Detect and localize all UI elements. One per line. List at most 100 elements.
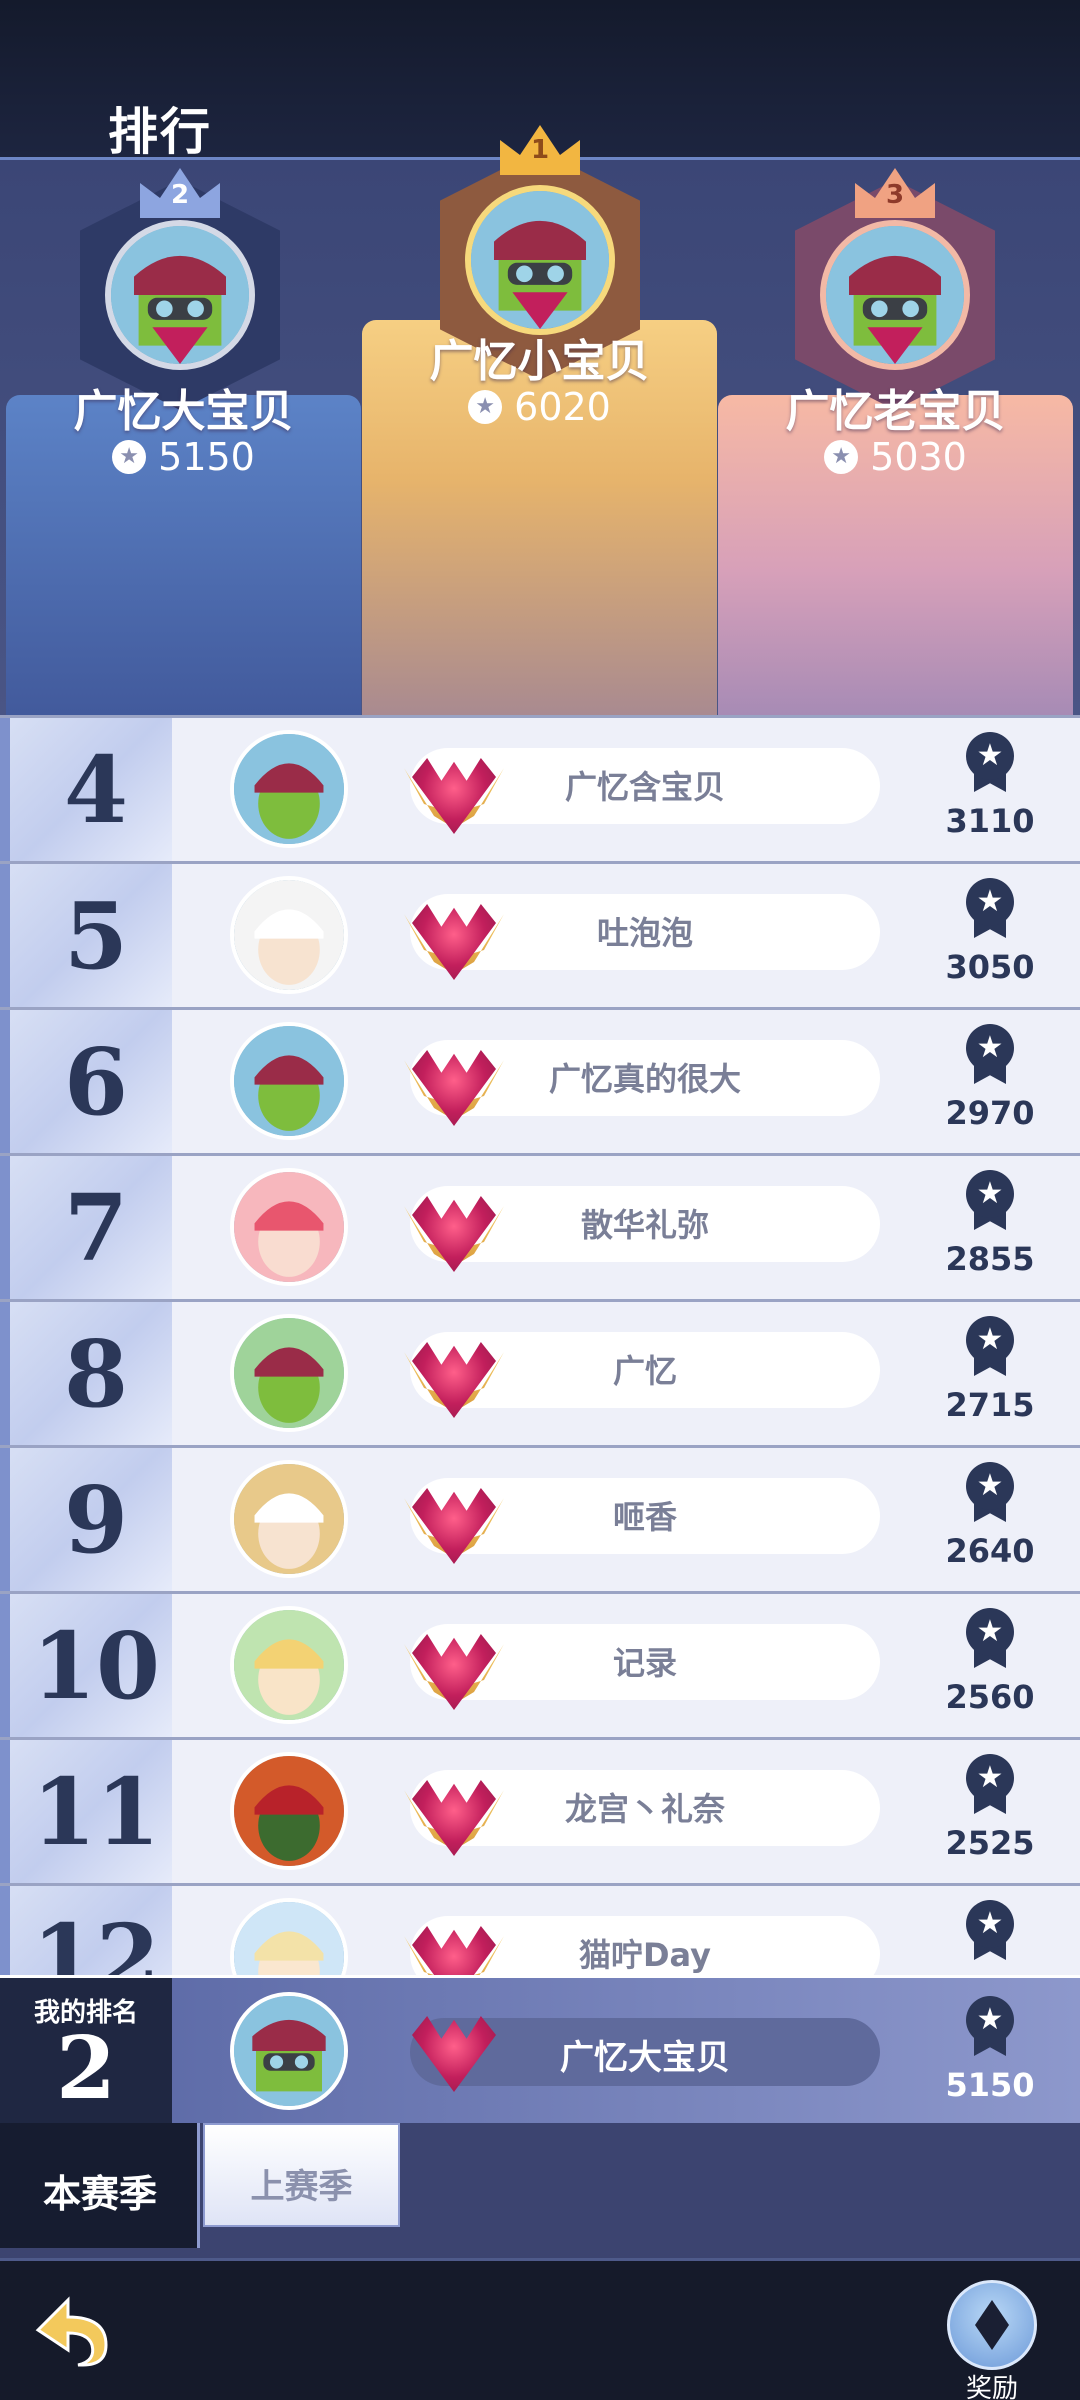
podium-name-1: 广忆小宝贝: [429, 336, 650, 387]
avatar[interactable]: [230, 1314, 348, 1432]
podium-score-3: 5030: [718, 435, 1073, 479]
avatar[interactable]: [230, 1606, 348, 1724]
avatar[interactable]: [230, 1460, 348, 1578]
list-item[interactable]: 11 龙宫丶礼奈 ★ 2525: [0, 1740, 1080, 1883]
list-item[interactable]: 7 散华礼弥 ★ 2855: [0, 1156, 1080, 1299]
avatar[interactable]: [230, 876, 348, 994]
avatar[interactable]: [105, 220, 255, 370]
avatar-image: [234, 1464, 344, 1574]
rank-number: 11: [31, 1758, 161, 1866]
podium-name-3: 广忆老宝贝: [785, 386, 1006, 437]
rank-number: 12: [31, 1904, 161, 1975]
rank-number: 4: [63, 736, 128, 844]
avatar-image: [234, 1026, 344, 1136]
my-rank-cell: 我的排名 2: [0, 1978, 172, 2126]
list-item[interactable]: 6 广忆真的很大 ★ 2970: [0, 1010, 1080, 1153]
podium-rank-2: 2: [170, 180, 190, 210]
player-name: 广忆: [612, 1352, 677, 1390]
goblin-icon: [111, 226, 249, 364]
player-name: 吐泡泡: [596, 914, 693, 952]
my-rank-number: 2: [56, 2018, 116, 2119]
player-name: 记录: [612, 1644, 677, 1682]
avatar-image: [234, 1756, 344, 1866]
back-button[interactable]: [28, 2285, 118, 2375]
rank-number: 7: [63, 1174, 128, 1282]
rank-cell: 11: [0, 1740, 172, 1883]
player-score: 2970: [945, 1094, 1035, 1132]
goblin-icon: [826, 226, 964, 364]
rank-cell: 10: [0, 1594, 172, 1737]
ranking-list[interactable]: 4 广忆含宝贝 ★ 3110 5 吐泡泡 ★ 3050 6 广忆真的很大 ★ 2…: [0, 715, 1080, 1975]
back-arrow-icon: [35, 2296, 108, 2367]
medal-icon: ★: [966, 1996, 1014, 2056]
tab-last-season[interactable]: 上赛季: [203, 2123, 400, 2227]
rank-number: 9: [63, 1466, 128, 1574]
avatar[interactable]: [230, 1898, 348, 1975]
medal-icon: ★: [966, 1462, 1014, 1522]
player-name: 散华礼弥: [580, 1206, 709, 1244]
rank-cell: 4: [0, 718, 172, 861]
medal-icon: ★: [966, 1754, 1014, 1814]
goblin-icon: [234, 1996, 344, 2106]
avatar[interactable]: [465, 185, 615, 335]
rank-cell: 8: [0, 1302, 172, 1445]
my-name: 广忆大宝贝: [560, 2038, 730, 2078]
player-name: 龙宫丶礼奈: [564, 1790, 725, 1828]
my-rank-bar[interactable]: 我的排名 2 广忆大宝贝 ★ 5150: [0, 1975, 1080, 2126]
podium: 2 广忆大宝贝 5150 1 广忆小宝贝 6020 3: [0, 125, 1080, 715]
list-item[interactable]: 10 记录 ★ 2560: [0, 1594, 1080, 1737]
avatar-image: [234, 1610, 344, 1720]
reward-label: 奖励: [965, 2374, 1018, 2400]
podium-name-2: 广忆大宝贝: [73, 386, 294, 437]
list-item[interactable]: 9 咂香 ★ 2640: [0, 1448, 1080, 1591]
avatar-image: [234, 1902, 344, 1975]
avatar[interactable]: [820, 220, 970, 370]
reward-button[interactable]: 奖励: [942, 2280, 1042, 2400]
player-score: 2855: [945, 1240, 1035, 1278]
rank-cell: 5: [0, 864, 172, 1007]
list-item[interactable]: 5 吐泡泡 ★ 3050: [0, 864, 1080, 1007]
rank-number: 5: [63, 882, 128, 990]
avatar[interactable]: [230, 730, 348, 848]
player-score: 3050: [945, 948, 1035, 986]
rank-number: 6: [63, 1028, 128, 1136]
avatar-image: [234, 1318, 344, 1428]
tab-current-season[interactable]: 本赛季: [0, 2123, 200, 2248]
player-score: 3110: [945, 802, 1035, 840]
rank-cell: 7: [0, 1156, 172, 1299]
medal-icon: [468, 390, 503, 424]
avatar[interactable]: [230, 1168, 348, 1286]
player-name: 猫咛Day: [578, 1936, 712, 1974]
avatar[interactable]: [230, 1992, 348, 2110]
medal-icon: ★: [966, 1024, 1014, 1084]
medal-icon: ★: [966, 1608, 1014, 1668]
list-item[interactable]: 12 猫咛Day ★: [0, 1886, 1080, 1975]
player-score: 2525: [945, 1824, 1035, 1862]
player-name: 广忆真的很大: [548, 1060, 741, 1098]
rank-number: 10: [31, 1612, 161, 1720]
avatar[interactable]: [230, 1022, 348, 1140]
list-item[interactable]: 4 广忆含宝贝 ★ 3110: [0, 718, 1080, 861]
player-score: 2560: [945, 1678, 1035, 1716]
rank-cell: 9: [0, 1448, 172, 1591]
my-score: 5150: [945, 2066, 1035, 2104]
list-item[interactable]: 8 广忆 ★ 2715: [0, 1302, 1080, 1445]
medal-icon: ★: [966, 1316, 1014, 1376]
medal-icon: ★: [966, 732, 1014, 792]
rank-number: 8: [63, 1320, 128, 1428]
podium-score-2: 5150: [6, 435, 361, 479]
podium-rank-3: 3: [885, 180, 905, 210]
avatar[interactable]: [230, 1752, 348, 1870]
medal-icon: ★: [966, 1900, 1014, 1960]
podium-score-1: 6020: [362, 385, 717, 429]
avatar-image: [234, 880, 344, 990]
medal-icon: [112, 440, 147, 474]
goblin-icon: [471, 191, 609, 329]
medal-icon: ★: [966, 1170, 1014, 1230]
medal-icon: [824, 440, 859, 474]
avatar-image: [234, 1172, 344, 1282]
bottom-bar: [0, 2258, 1080, 2400]
player-name: 咂香: [612, 1498, 677, 1536]
podium-rank-1: 1: [530, 135, 550, 165]
medal-icon: ★: [966, 878, 1014, 938]
